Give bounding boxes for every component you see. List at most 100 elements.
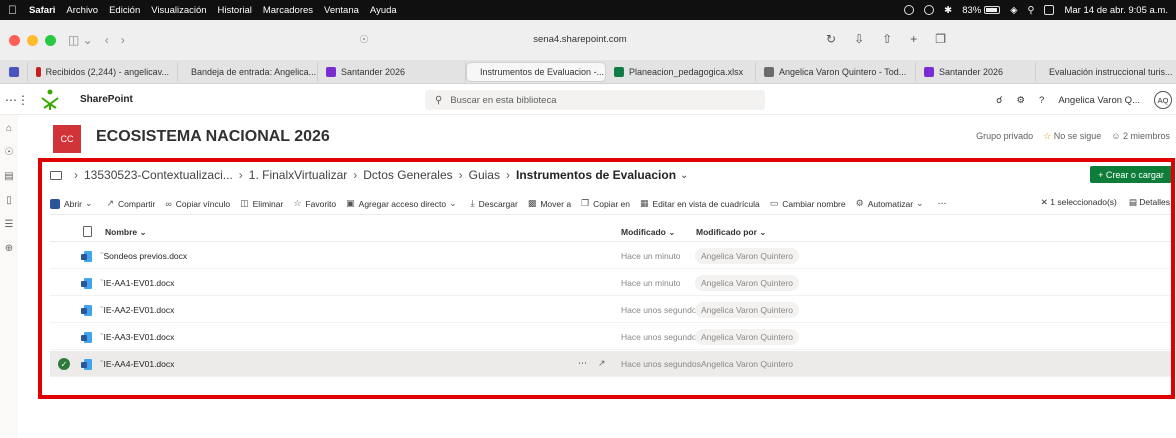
modified-by[interactable]: Angelica Varon Quintero bbox=[695, 329, 799, 345]
chevron-down-icon[interactable]: ⌄ bbox=[680, 170, 688, 181]
more-actions-icon[interactable]: ⋯ bbox=[578, 358, 587, 369]
copy-link-button[interactable]: ∞ Copiar vínculo bbox=[165, 199, 230, 209]
file-name[interactable]: ~IE-AA2-EV01.docx bbox=[100, 305, 174, 315]
forward-icon[interactable]: › bbox=[121, 33, 125, 47]
menu-archivo[interactable]: Archivo bbox=[66, 5, 98, 16]
create-upload-button[interactable]: + Crear o cargar bbox=[1090, 166, 1172, 183]
file-type-icon[interactable] bbox=[83, 226, 92, 237]
table-row[interactable]: ~IE-AA2-EV01.docx Hace unos segundos Ang… bbox=[50, 297, 1174, 323]
follow-button[interactable]: ☆ No se sigue bbox=[1043, 131, 1101, 142]
sena-logo[interactable] bbox=[38, 88, 62, 112]
delete-button[interactable]: ◫ Eliminar bbox=[240, 198, 283, 209]
privacy-shield-icon[interactable]: ☉ bbox=[359, 33, 369, 46]
control-center-icon[interactable] bbox=[1044, 5, 1055, 15]
breadcrumb-item[interactable]: Guias bbox=[469, 168, 500, 182]
tab-evaluacion[interactable]: Evaluación instruccional turis... bbox=[1036, 62, 1176, 82]
folder-icon[interactable] bbox=[50, 170, 62, 180]
column-modified[interactable]: Modificado ⌄ bbox=[621, 227, 675, 238]
menu-marcadores[interactable]: Marcadores bbox=[263, 5, 313, 16]
site-title[interactable]: ECOSISTEMA NACIONAL 2026 bbox=[96, 128, 330, 146]
cloud-icon[interactable] bbox=[924, 5, 935, 15]
battery-indicator[interactable]: 83% bbox=[962, 5, 1001, 16]
file-name[interactable]: ~Sondeos previos.docx bbox=[100, 251, 187, 261]
table-row[interactable]: ~Sondeos previos.docx Hace un minuto Ang… bbox=[50, 243, 1174, 269]
details-button[interactable]: ▤ Detalles bbox=[1129, 197, 1170, 208]
more-button[interactable]: ⋯ bbox=[938, 198, 947, 209]
share-icon[interactable]: ⇧ bbox=[882, 32, 892, 46]
modified-by[interactable]: Angelica Varon Quintero bbox=[695, 275, 799, 291]
address-bar[interactable]: ☉ sena4.sharepoint.com bbox=[355, 26, 805, 52]
breadcrumb-item[interactable]: 13530523-Contextualizaci... bbox=[84, 168, 233, 182]
wifi-icon[interactable]: ◈ bbox=[1010, 5, 1017, 16]
settings-icon[interactable]: ⚙ bbox=[1016, 95, 1025, 106]
modified-by[interactable]: Angelica Varon Quintero bbox=[695, 248, 799, 264]
user-name[interactable]: Angelica Varon Q... bbox=[1058, 95, 1140, 106]
pinned-tab[interactable] bbox=[0, 61, 28, 82]
avatar[interactable]: AQ bbox=[1154, 91, 1172, 109]
modified-by[interactable]: Angelica Varon Quintero bbox=[695, 356, 799, 372]
sharepoint-title[interactable]: SharePoint bbox=[80, 94, 133, 105]
column-modified-by[interactable]: Modificado por ⌄ bbox=[696, 227, 766, 238]
news-icon[interactable]: ▤ bbox=[3, 171, 15, 183]
automate-button[interactable]: ⚙ Automatizar ⌄ bbox=[856, 198, 928, 209]
tab-gmail[interactable]: Recibidos (2,244) - angelicav... bbox=[28, 61, 178, 82]
people-icon[interactable]: ☌ bbox=[996, 95, 1002, 106]
minimize-window-button[interactable] bbox=[27, 34, 38, 46]
help-icon[interactable]: ? bbox=[1039, 95, 1044, 106]
move-to-button[interactable]: ▩ Mover a bbox=[528, 198, 571, 209]
selected-check-icon[interactable]: ✓ bbox=[58, 358, 70, 370]
tab-santander-2[interactable]: Santander 2026 bbox=[916, 61, 1036, 82]
file-name[interactable]: ~IE-AA4-EV01.docx bbox=[100, 359, 174, 369]
tab-santander-1[interactable]: Santander 2026 bbox=[318, 61, 466, 82]
app-launcher-icon[interactable]: ⋯⋮ bbox=[5, 93, 29, 107]
download-button[interactable]: ⤓ Descargar bbox=[471, 198, 518, 209]
favorite-button[interactable]: ☆ Favorito bbox=[293, 198, 336, 209]
clear-selection-button[interactable]: ✕ 1 seleccionado(s) bbox=[1041, 197, 1117, 208]
share-button[interactable]: ↗ Compartir bbox=[107, 198, 156, 209]
back-icon[interactable]: ‹ bbox=[105, 33, 109, 47]
breadcrumb-current[interactable]: Instrumentos de Evaluacion bbox=[516, 168, 676, 182]
tab-planeacion[interactable]: Planeacion_pedagogica.xlsx bbox=[606, 61, 756, 82]
add-shortcut-button[interactable]: ▣ Agregar acceso directo ⌄ bbox=[346, 198, 460, 209]
files-icon[interactable]: ▯ bbox=[3, 195, 15, 207]
table-row[interactable]: ~IE-AA1-EV01.docx Hace un minuto Angelic… bbox=[50, 270, 1174, 296]
menu-app[interactable]: Safari bbox=[29, 5, 55, 16]
table-row-selected[interactable]: ✓ ~IE-AA4-EV01.docx ⋯ ↗ Hace unos segund… bbox=[50, 351, 1174, 377]
open-button[interactable]: Abrir ⌄ bbox=[50, 198, 97, 209]
search-input[interactable]: ⚲ Buscar en esta biblioteca bbox=[425, 90, 765, 110]
table-row[interactable]: ~IE-AA3-EV01.docx Hace unos segundos Ang… bbox=[50, 324, 1174, 350]
menu-visualizacion[interactable]: Visualización bbox=[151, 5, 206, 16]
file-name[interactable]: ~IE-AA1-EV01.docx bbox=[100, 278, 174, 288]
new-tab-icon[interactable]: + bbox=[910, 32, 917, 46]
breadcrumb-item[interactable]: Dctos Generales bbox=[363, 168, 452, 182]
column-name[interactable]: Nombre ⌄ bbox=[105, 227, 147, 238]
members-button[interactable]: ☺ 2 miembros bbox=[1111, 131, 1170, 142]
spotlight-icon[interactable]: ⚲ bbox=[1028, 5, 1035, 16]
screen-share-icon[interactable] bbox=[904, 5, 915, 15]
datetime[interactable]: Mar 14 de abr. 9:05 a.m. bbox=[1064, 5, 1168, 16]
home-icon[interactable]: ⌂ bbox=[3, 123, 15, 135]
menu-historial[interactable]: Historial bbox=[218, 5, 252, 16]
zoom-window-button[interactable] bbox=[45, 34, 56, 46]
menu-ayuda[interactable]: Ayuda bbox=[370, 5, 397, 16]
rename-button[interactable]: ▭ Cambiar nombre bbox=[770, 198, 846, 209]
tab-angelica[interactable]: Angelica Varon Quintero - Tod... bbox=[756, 61, 916, 82]
file-name[interactable]: ~IE-AA3-EV01.docx bbox=[100, 332, 174, 342]
copy-to-button[interactable]: ❐ Copiar en bbox=[581, 198, 630, 209]
grid-edit-button[interactable]: ▦ Editar en vista de cuadrícula bbox=[640, 198, 760, 209]
close-window-button[interactable] bbox=[9, 34, 20, 46]
share-file-icon[interactable]: ↗ bbox=[598, 358, 606, 369]
sidebar-toggle-icon[interactable]: ◫ ⌄ bbox=[68, 33, 93, 47]
apple-icon[interactable]:  bbox=[8, 4, 17, 16]
tab-outlook[interactable]: Bandeja de entrada: Angelica... bbox=[178, 61, 318, 82]
site-logo[interactable]: CC bbox=[53, 125, 81, 153]
download-icon[interactable]: ⇩ bbox=[854, 32, 864, 46]
tab-overview-icon[interactable]: ❐ bbox=[935, 32, 946, 46]
breadcrumb-item[interactable]: 1. FinalxVirtualizar bbox=[249, 168, 347, 182]
tab-instrumentos[interactable]: Instrumentos de Evaluacion -... bbox=[466, 61, 606, 82]
menu-ventana[interactable]: Ventana bbox=[324, 5, 359, 16]
menu-edicion[interactable]: Edición bbox=[109, 5, 140, 16]
lists-icon[interactable]: ☰ bbox=[3, 219, 15, 231]
modified-by[interactable]: Angelica Varon Quintero bbox=[695, 302, 799, 318]
bluetooth-icon[interactable]: ✱ bbox=[944, 5, 952, 16]
